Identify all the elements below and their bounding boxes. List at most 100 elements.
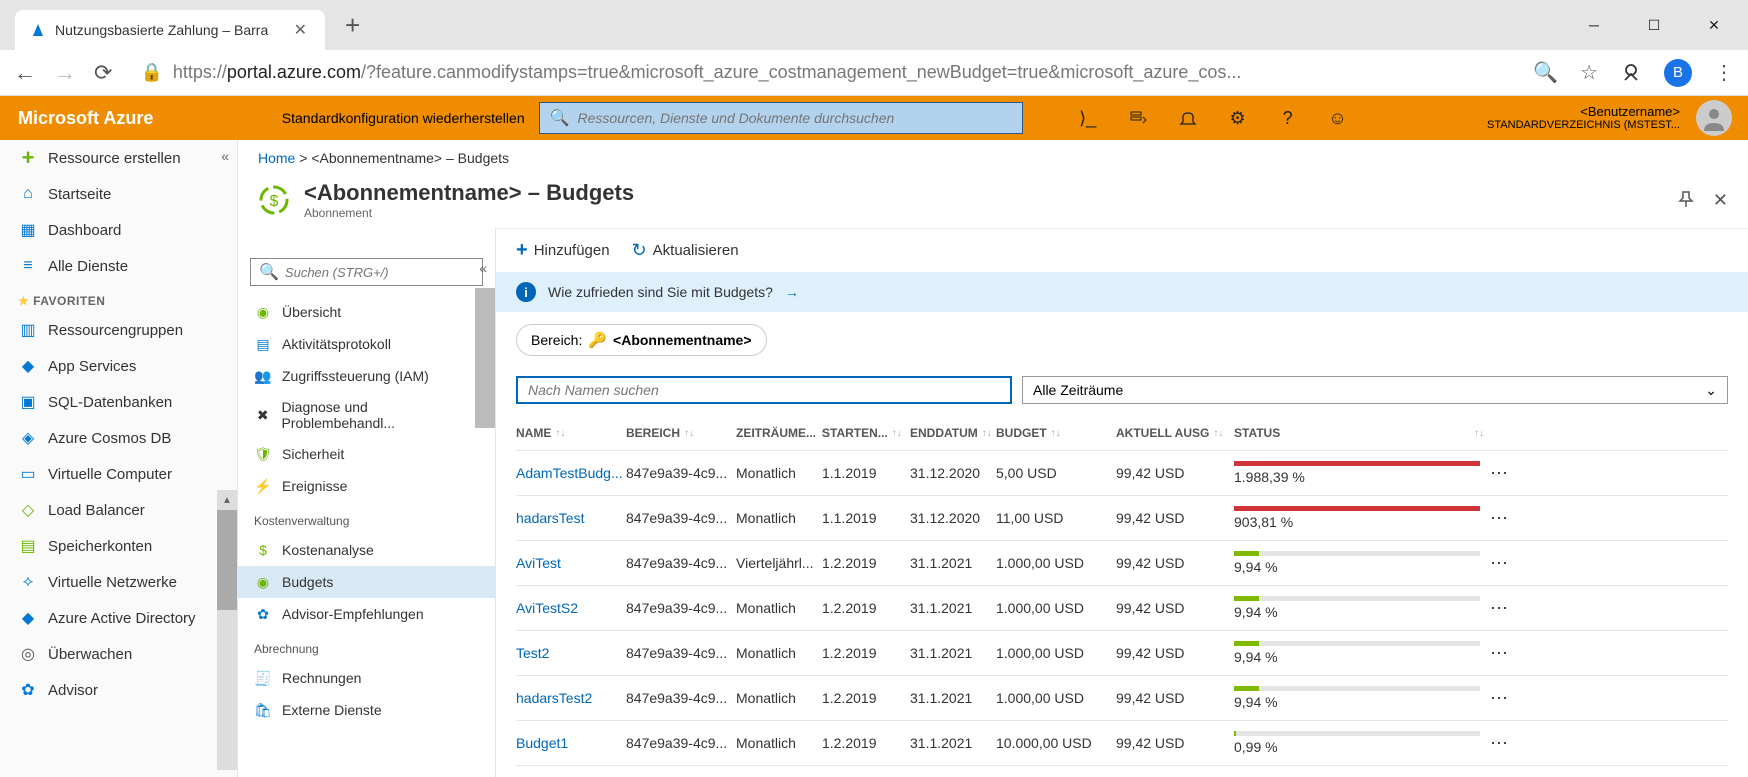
period-select[interactable]: Alle Zeiträume ⌄ (1022, 376, 1728, 404)
create-resource-link[interactable]: +Ressource erstellen (0, 140, 237, 176)
browser-menu-icon[interactable]: ⋮ (1714, 60, 1734, 85)
budget-name-link[interactable]: hadarsTest (516, 510, 626, 526)
budget-name-link[interactable]: AviTestS2 (516, 600, 626, 616)
sidebar-item[interactable]: ▭Virtuelle Computer (0, 456, 237, 492)
search-icon: 🔍 (259, 262, 279, 282)
sidebar-item[interactable]: ✿Advisor (0, 672, 237, 708)
maximize-button[interactable]: ☐ (1625, 5, 1683, 45)
budget-name-link[interactable]: AdamTestBudg... (516, 465, 626, 481)
search-icon[interactable]: 🔍 (1533, 60, 1558, 85)
budget-name-link[interactable]: Budget1 (516, 735, 626, 751)
sidebar-item[interactable]: ◆Azure Active Directory (0, 600, 237, 636)
col-spend[interactable]: AKTUELL AUSG↑↓ (1116, 426, 1234, 440)
rm-invoices[interactable]: 🧾Rechnungen (238, 662, 495, 694)
rm-iam[interactable]: 👥Zugriffssteuerung (IAM) (238, 360, 495, 392)
breadcrumb-home[interactable]: Home (258, 150, 295, 166)
budget-name-link[interactable]: Test2 (516, 645, 626, 661)
tab-close-icon[interactable]: ✕ (290, 20, 311, 40)
rm-budgets[interactable]: ◉Budgets (238, 566, 495, 598)
notifications-icon[interactable] (1163, 96, 1213, 140)
browser-tab[interactable]: Nutzungsbasierte Zahlung – Barra ✕ (15, 10, 325, 50)
dashboard-link[interactable]: ▦Dashboard (0, 212, 237, 248)
rm-security[interactable]: 🛡Sicherheit (238, 438, 495, 470)
close-blade-icon[interactable]: ✕ (1713, 190, 1728, 211)
col-start[interactable]: STARTEN...↑↓ (822, 426, 910, 440)
cloud-shell-icon[interactable]: ⟩_ (1063, 96, 1113, 140)
sidebar-item[interactable]: ⟡Virtuelle Netzwerke (0, 564, 237, 600)
col-scope[interactable]: BEREICH↑↓ (626, 426, 736, 440)
feedback-icon[interactable]: ☺ (1313, 96, 1363, 140)
forward-button[interactable]: → (54, 60, 76, 86)
all-services-link[interactable]: ≡Alle Dienste (0, 248, 237, 284)
banner-arrow-icon[interactable]: → (785, 284, 799, 300)
sidebar-collapse-icon[interactable]: « (221, 148, 229, 164)
azure-brand[interactable]: Microsoft Azure (10, 108, 153, 129)
budget-name-link[interactable]: AviTest (516, 555, 626, 571)
row-menu-button[interactable]: ⋯ (1484, 733, 1514, 754)
restore-config-link[interactable]: Standardkonfiguration wiederherstellen (268, 110, 539, 126)
rm-overview[interactable]: ◉Übersicht (238, 296, 495, 328)
browser-user-avatar[interactable]: B (1664, 59, 1692, 87)
resource-menu-search-input[interactable] (285, 265, 474, 280)
sidebar-item[interactable]: ▥Ressourcengruppen (0, 312, 237, 348)
sidebar-item[interactable]: ◈Azure Cosmos DB (0, 420, 237, 456)
settings-icon[interactable]: ⚙ (1213, 96, 1263, 140)
sidebar-scrollbar[interactable] (217, 510, 237, 770)
rm-cost-analysis[interactable]: $Kostenanalyse (238, 534, 495, 566)
pin-icon[interactable] (1677, 190, 1695, 211)
resource-menu-scrollbar[interactable] (475, 288, 495, 777)
table-row: hadarsTest2 847e9a39-4c9... Monatlich 1.… (516, 676, 1728, 721)
back-button[interactable]: ← (14, 60, 36, 86)
rm-events[interactable]: ⚡Ereignisse (238, 470, 495, 502)
budget-name-link[interactable]: hadarsTest2 (516, 690, 626, 706)
row-menu-button[interactable]: ⋯ (1484, 553, 1514, 574)
home-link[interactable]: ⌂Startseite (0, 176, 237, 212)
name-search-input[interactable] (528, 378, 1000, 402)
minimize-button[interactable]: ─ (1565, 5, 1623, 45)
favorite-icon[interactable]: ☆ (1580, 60, 1598, 85)
resource-menu-search[interactable]: 🔍 (250, 258, 483, 286)
reader-icon[interactable] (1620, 62, 1642, 84)
sidebar-item[interactable]: ◎Überwachen (0, 636, 237, 672)
service-icon: ▥ (18, 320, 38, 340)
col-period[interactable]: ZEITRÄUME...↑↓ (736, 426, 822, 440)
status-percent: 9,94 % (1234, 559, 1484, 575)
scroll-up-icon[interactable]: ▲ (217, 490, 237, 510)
azure-search-input[interactable] (578, 110, 1012, 126)
new-tab-button[interactable]: + (345, 10, 360, 41)
directory-filter-icon[interactable] (1113, 96, 1163, 140)
row-menu-button[interactable]: ⋯ (1484, 508, 1514, 529)
spend-cell: 99,42 USD (1116, 690, 1234, 706)
add-button[interactable]: +Hinzufügen (516, 239, 610, 262)
sidebar-item[interactable]: ▤Speicherkonten (0, 528, 237, 564)
help-icon[interactable]: ? (1263, 96, 1313, 140)
close-window-button[interactable]: ✕ (1685, 5, 1743, 45)
sidebar-item[interactable]: ◆App Services (0, 348, 237, 384)
row-menu-button[interactable]: ⋯ (1484, 463, 1514, 484)
url-input[interactable]: 🔒 https://portal.azure.com/?feature.canm… (130, 62, 1515, 83)
azure-search-box[interactable]: 🔍 (539, 102, 1023, 134)
rm-advisor-rec[interactable]: ✿Advisor-Empfehlungen (238, 598, 495, 630)
azure-tools: ⟩_ ⚙ ? ☺ (1063, 96, 1363, 140)
sidebar-item[interactable]: ◇Load Balancer (0, 492, 237, 528)
resource-menu-collapse-icon[interactable]: « (479, 260, 487, 276)
scope-chip[interactable]: Bereich: 🔑 <Abonnementname> (516, 324, 767, 356)
reload-button[interactable]: ⟳ (94, 60, 112, 86)
col-status[interactable]: STATUS↑↓ (1234, 426, 1484, 440)
azure-user-info[interactable]: <Benutzername> STANDARDVERZEICHNIS (MSTE… (1477, 104, 1690, 133)
col-budget[interactable]: BUDGET↑↓ (996, 426, 1116, 440)
col-name[interactable]: NAME↑↓ (516, 426, 626, 440)
rm-external[interactable]: 🛍Externe Dienste (238, 694, 495, 726)
col-end[interactable]: ENDDATUM↑↓ (910, 426, 996, 440)
row-menu-button[interactable]: ⋯ (1484, 688, 1514, 709)
azure-user-avatar[interactable] (1696, 100, 1732, 136)
rm-activity-log[interactable]: ▤Aktivitätsprotokoll (238, 328, 495, 360)
period-cell: Monatlich (736, 645, 822, 661)
rm-diagnose[interactable]: ✖Diagnose und Problembehandl... (238, 392, 495, 438)
sidebar-item[interactable]: ▣SQL-Datenbanken (0, 384, 237, 420)
name-search-box[interactable] (516, 376, 1012, 404)
row-menu-button[interactable]: ⋯ (1484, 598, 1514, 619)
status-progress-bar (1234, 461, 1480, 466)
row-menu-button[interactable]: ⋯ (1484, 643, 1514, 664)
refresh-button[interactable]: ↻Aktualisieren (632, 240, 739, 261)
